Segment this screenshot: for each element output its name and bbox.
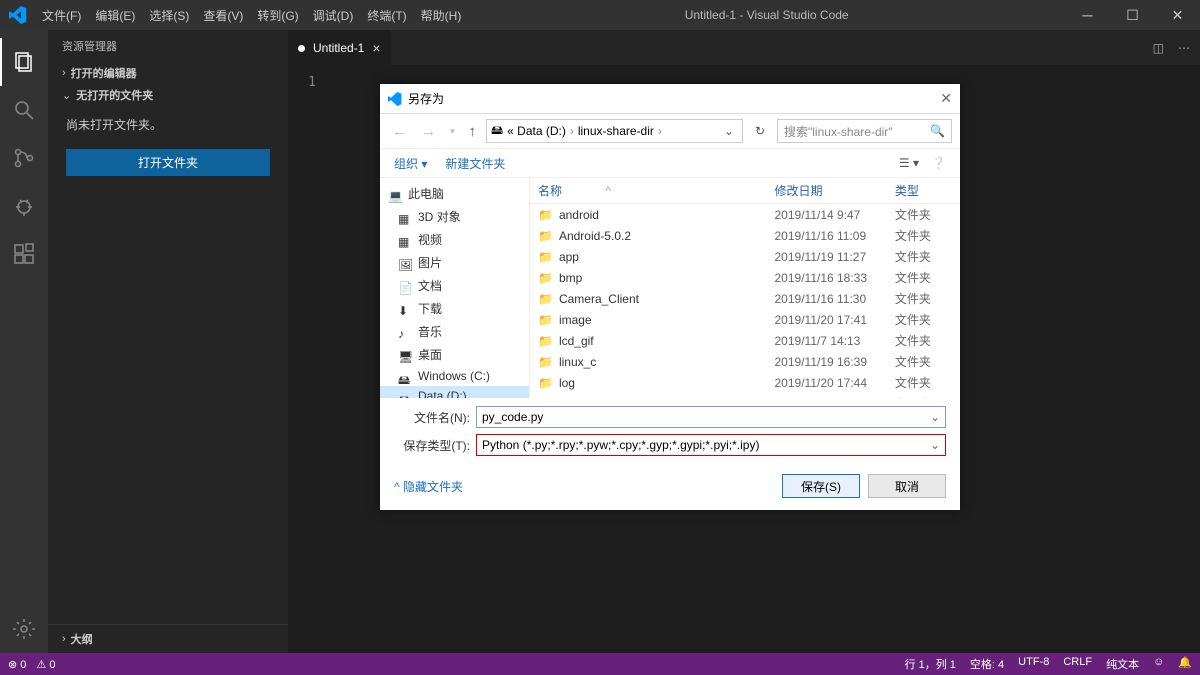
nav-recent-icon[interactable]: ▾ (446, 126, 459, 137)
minimize-button[interactable]: ─ (1065, 0, 1110, 30)
activity-scm-icon[interactable] (0, 134, 48, 182)
tree-item[interactable]: 📄文档 (380, 274, 529, 297)
section-no-folder[interactable]: ⌄无打开的文件夹 (48, 84, 288, 106)
no-folder-message: 尚未打开文件夹。 (48, 106, 288, 143)
filename-input[interactable]: py_code.py⌄ (476, 406, 946, 428)
menu-selection[interactable]: 选择(S) (142, 7, 196, 24)
status-warnings[interactable]: ⚠ 0 (36, 658, 55, 671)
chevron-right-icon: › (62, 633, 66, 645)
dialog-logo-icon (388, 92, 402, 106)
status-feedback-icon[interactable]: ☺ (1153, 656, 1164, 672)
dialog-close-icon[interactable]: ✕ (940, 90, 952, 107)
menu-view[interactable]: 查看(V) (196, 7, 250, 24)
more-actions-icon[interactable]: ⋯ (1178, 41, 1190, 55)
status-errors[interactable]: ⊗ 0 (8, 658, 26, 671)
help-icon[interactable]: ❔ (931, 156, 946, 170)
file-row[interactable]: 📁linux_c2019/11/19 16:39文件夹 (530, 351, 960, 372)
activity-extensions-icon[interactable] (0, 230, 48, 278)
activity-bar (0, 30, 48, 653)
tree-item[interactable]: 🖴Windows (C:) (380, 366, 529, 386)
nav-forward-icon[interactable]: → (417, 123, 440, 140)
activity-debug-icon[interactable] (0, 182, 48, 230)
new-folder-button[interactable]: 新建文件夹 (445, 155, 505, 172)
menu-edit[interactable]: 编辑(E) (88, 7, 142, 24)
file-row[interactable]: 📁qt_project2019/11/17 16:24文件夹 (530, 393, 960, 398)
menu-help[interactable]: 帮助(H) (414, 7, 469, 24)
sidebar-header: 资源管理器 (48, 30, 288, 62)
chevron-down-icon: ⌄ (62, 89, 71, 102)
menu-go[interactable]: 转到(G) (250, 7, 305, 24)
activity-search-icon[interactable] (0, 86, 48, 134)
section-open-editors[interactable]: ›打开的编辑器 (48, 62, 288, 84)
nav-back-icon[interactable]: ← (388, 123, 411, 140)
view-mode-icon[interactable]: ☰ ▾ (899, 156, 919, 170)
filetype-label: 保存类型(T): (394, 437, 476, 454)
vscode-logo-icon (0, 6, 35, 24)
menu-terminal[interactable]: 终端(T) (360, 7, 413, 24)
folder-tree[interactable]: 💻此电脑▦3D 对象▦视频🖼图片📄文档⬇下载♪音乐🖥桌面🖴Windows (C:… (380, 178, 530, 398)
open-folder-button[interactable]: 打开文件夹 (66, 149, 270, 176)
split-editor-icon[interactable]: ◫ (1153, 41, 1164, 55)
close-button[interactable]: ✕ (1155, 0, 1200, 30)
address-bar[interactable]: 🖴 « Data (D:)› linux-share-dir› ⌄ (486, 119, 743, 143)
tree-item[interactable]: 🖼图片 (380, 251, 529, 274)
window-title: Untitled-1 - Visual Studio Code (468, 8, 1065, 22)
address-dropdown-icon[interactable]: ⌄ (720, 124, 738, 138)
file-row[interactable]: 📁Android-5.0.22019/11/16 11:09文件夹 (530, 225, 960, 246)
tree-item[interactable]: 💻此电脑 (380, 182, 529, 205)
tab-bar: Untitled-1 × ◫ ⋯ (288, 30, 1200, 65)
sidebar-explorer: 资源管理器 ›打开的编辑器 ⌄无打开的文件夹 尚未打开文件夹。 打开文件夹 ›大… (48, 30, 288, 653)
tree-item[interactable]: ♪音乐 (380, 320, 529, 343)
organize-menu[interactable]: 组织 ▾ (394, 155, 427, 172)
section-outline[interactable]: ›大纲 (48, 624, 288, 653)
activity-explorer-icon[interactable] (0, 38, 48, 86)
hide-folders-link[interactable]: ^ 隐藏文件夹 (394, 478, 463, 495)
file-row[interactable]: 📁lcd_gif2019/11/7 14:13文件夹 (530, 330, 960, 351)
status-line-col[interactable]: 行 1，列 1 (905, 656, 956, 672)
dialog-title: 另存为 (408, 90, 444, 107)
tree-item[interactable]: ▦3D 对象 (380, 205, 529, 228)
tree-item[interactable]: 🖥桌面 (380, 343, 529, 366)
status-language[interactable]: 纯文本 (1106, 656, 1139, 672)
save-dialog: 另存为 ✕ ← → ▾ ↑ 🖴 « Data (D:)› linux-share… (380, 84, 960, 510)
tree-item[interactable]: 🖴Data (D:) (380, 386, 529, 398)
file-row[interactable]: 📁image2019/11/20 17:41文件夹 (530, 309, 960, 330)
file-row[interactable]: 📁bmp2019/11/16 18:33文件夹 (530, 267, 960, 288)
status-spaces[interactable]: 空格: 4 (970, 656, 1004, 672)
status-notifications-icon[interactable]: 🔔 (1178, 656, 1192, 672)
filename-label: 文件名(N): (394, 409, 476, 426)
file-row[interactable]: 📁log2019/11/20 17:44文件夹 (530, 372, 960, 393)
nav-up-icon[interactable]: ↑ (465, 123, 481, 140)
activity-settings-icon[interactable] (0, 605, 48, 653)
filetype-select[interactable]: Python (*.py;*.rpy;*.pyw;*.cpy;*.gyp;*.g… (476, 434, 946, 456)
status-eol[interactable]: CRLF (1063, 656, 1092, 672)
file-row[interactable]: 📁Camera_Client2019/11/16 11:30文件夹 (530, 288, 960, 309)
status-encoding[interactable]: UTF-8 (1018, 656, 1049, 672)
search-icon: 🔍 (930, 124, 945, 138)
tree-item[interactable]: ⬇下载 (380, 297, 529, 320)
tab-dirty-icon (298, 45, 305, 52)
chevron-right-icon: › (62, 67, 66, 79)
drive-icon: 🖴 (491, 121, 503, 142)
file-list[interactable]: 名称 ^ 修改日期 类型 📁android2019/11/14 9:47文件夹📁… (530, 178, 960, 398)
menu-file[interactable]: 文件(F) (35, 7, 88, 24)
file-row[interactable]: 📁android2019/11/14 9:47文件夹 (530, 204, 960, 226)
menu-debug[interactable]: 调试(D) (306, 7, 361, 24)
maximize-button[interactable]: ☐ (1110, 0, 1155, 30)
titlebar: 文件(F) 编辑(E) 选择(S) 查看(V) 转到(G) 调试(D) 终端(T… (0, 0, 1200, 30)
search-input[interactable]: 搜索"linux-share-dir" 🔍 (777, 119, 952, 143)
tree-item[interactable]: ▦视频 (380, 228, 529, 251)
refresh-icon[interactable]: ↻ (749, 124, 771, 138)
line-number: 1 (288, 75, 328, 90)
tab-label: Untitled-1 (313, 41, 364, 55)
file-row[interactable]: 📁app2019/11/19 11:27文件夹 (530, 246, 960, 267)
menu-bar: 文件(F) 编辑(E) 选择(S) 查看(V) 转到(G) 调试(D) 终端(T… (35, 7, 468, 24)
save-button[interactable]: 保存(S) (782, 474, 860, 498)
tab-untitled[interactable]: Untitled-1 × (288, 30, 391, 65)
cancel-button[interactable]: 取消 (868, 474, 946, 498)
status-bar: ⊗ 0 ⚠ 0 行 1，列 1 空格: 4 UTF-8 CRLF 纯文本 ☺ 🔔 (0, 653, 1200, 675)
tab-close-icon[interactable]: × (372, 40, 380, 56)
